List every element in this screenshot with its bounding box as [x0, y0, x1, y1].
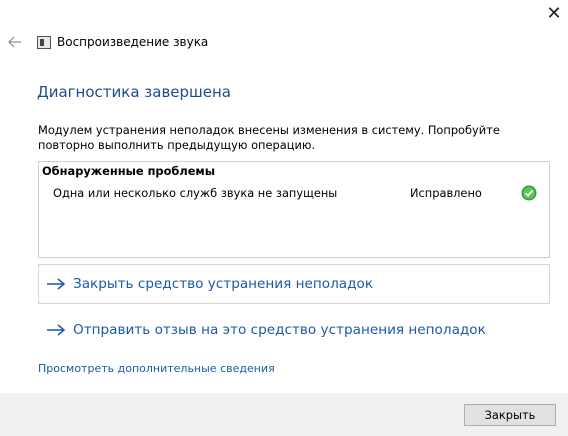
close-button[interactable]: Закрыть: [464, 404, 556, 426]
close-troubleshooter-label[interactable]: Закрыть средство устранения неполадок: [73, 276, 373, 292]
send-feedback-link[interactable]: Отправить отзыв на это средство устранен…: [46, 322, 486, 338]
right-arrow-icon: [47, 324, 66, 336]
page-title: Диагностика завершена: [37, 83, 231, 101]
more-info-link[interactable]: Просмотреть дополнительные сведения: [38, 362, 275, 375]
back-arrow-icon[interactable]: [6, 33, 24, 51]
right-arrow-icon: [47, 278, 66, 290]
problem-status: Исправлено: [410, 186, 482, 200]
description-text: Модулем устранения неполадок внесены изм…: [38, 123, 500, 152]
footer-bar: Закрыть: [0, 393, 568, 436]
close-icon[interactable]: ✕: [546, 3, 561, 24]
back-button[interactable]: [6, 33, 24, 51]
close-troubleshooter-link[interactable]: Закрыть средство устранения неполадок: [46, 276, 373, 292]
problems-heading: Обнаруженные проблемы: [42, 164, 216, 178]
window-close-button[interactable]: ✕: [540, 2, 568, 26]
problem-name: Одна или несколько служб звука не запуще…: [53, 186, 338, 200]
speaker-icon: [37, 36, 51, 49]
send-feedback-label[interactable]: Отправить отзыв на это средство устранен…: [73, 322, 486, 338]
check-circle-icon: [521, 185, 537, 201]
problems-panel: Обнаруженные проблемы Одна или несколько…: [38, 161, 550, 258]
header-title: Воспроизведение звука: [57, 35, 209, 49]
